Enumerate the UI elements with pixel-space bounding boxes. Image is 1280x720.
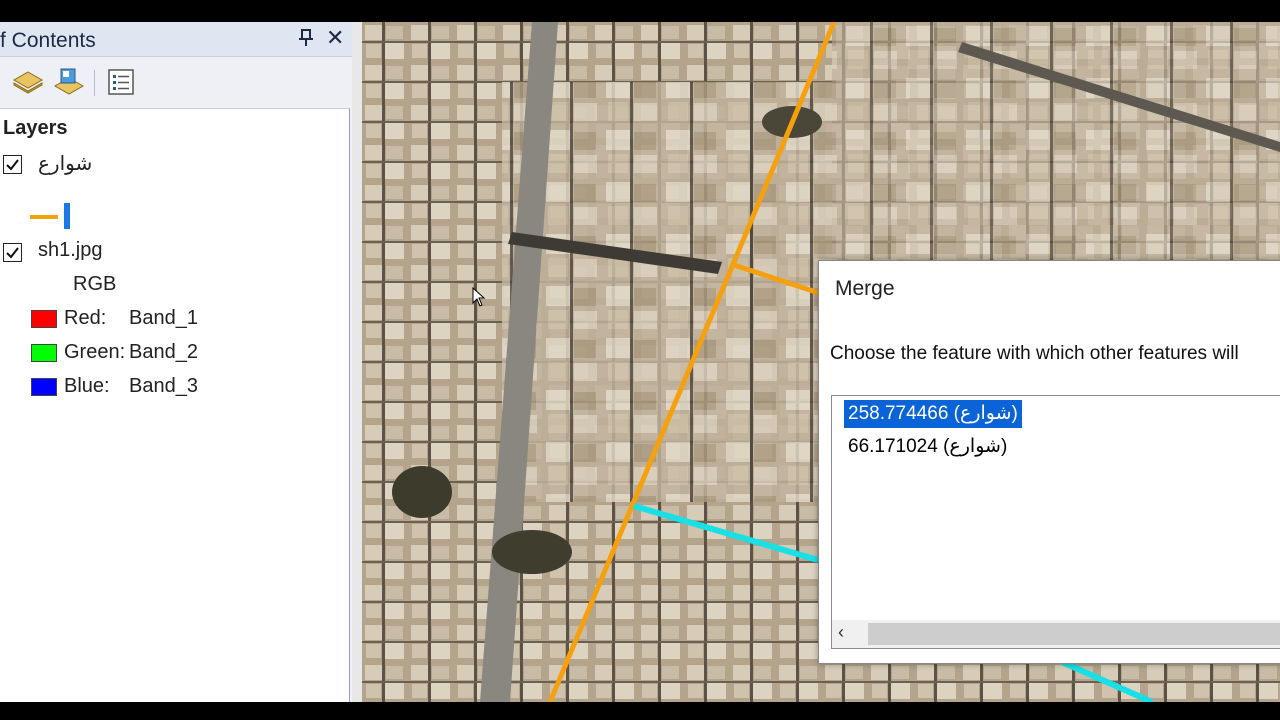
renderer-label: RGB [73,273,117,295]
layer-checkbox-sh1[interactable] [3,243,22,262]
dialog-prompt: Choose the feature with which other feat… [830,343,1239,364]
band-label-red: Red: [64,307,107,329]
list-by-source-icon[interactable] [53,66,85,98]
feature-list-item[interactable]: 66.171024 (شوارع) [844,433,1011,461]
toc-title: f Contents [0,29,96,52]
toc-toolbar [0,58,352,106]
dialog-title: Merge [835,277,895,300]
pin-icon[interactable] [297,28,315,48]
feature-list[interactable]: 258.774466 (شوارع) 66.171024 (شوارع) ‹ [831,395,1280,649]
check-icon [6,159,19,171]
options-icon[interactable] [105,66,137,98]
band-label-green: Green: [64,341,126,363]
scroll-left-icon[interactable]: ‹ [838,622,844,643]
merge-dialog: Merge Choose the feature with which othe… [818,260,1280,664]
blue-swatch[interactable] [31,378,57,396]
red-swatch[interactable] [31,310,57,328]
band-label-blue: Blue: [64,375,110,397]
band-name-green: Band_2 [129,341,198,363]
panel-splitter[interactable] [352,22,362,702]
check-icon [6,247,19,259]
toc-title-bar: f Contents ✕ [0,22,352,57]
mouse-cursor-icon [472,287,486,307]
feature-list-item[interactable]: 258.774466 (شوارع) [844,400,1022,428]
line-symbol-icon[interactable] [28,201,76,231]
close-icon[interactable]: ✕ [326,26,344,50]
band-name-blue: Band_3 [129,375,198,397]
layers-heading: Layers [3,117,68,139]
layers-tree: Layers شوارع sh1.jpg RGB Red: Band_1 Gre… [0,108,350,703]
list-by-drawing-order-icon[interactable] [12,66,44,98]
scrollbar-thumb[interactable] [868,623,1280,645]
layer-name-roads[interactable]: شوارع [38,151,92,176]
layer-checkbox-roads[interactable] [3,155,22,174]
layer-name-sh1[interactable]: sh1.jpg [38,239,103,262]
table-of-contents-panel: f Contents ✕ Layers شوارع sh1.jpg RGB Re… [0,22,352,703]
horizontal-scrollbar[interactable]: ‹ [832,620,1280,648]
toolbar-separator [94,70,95,96]
bottom-bar [0,702,1280,720]
green-swatch[interactable] [31,344,57,362]
band-name-red: Band_1 [129,307,198,329]
